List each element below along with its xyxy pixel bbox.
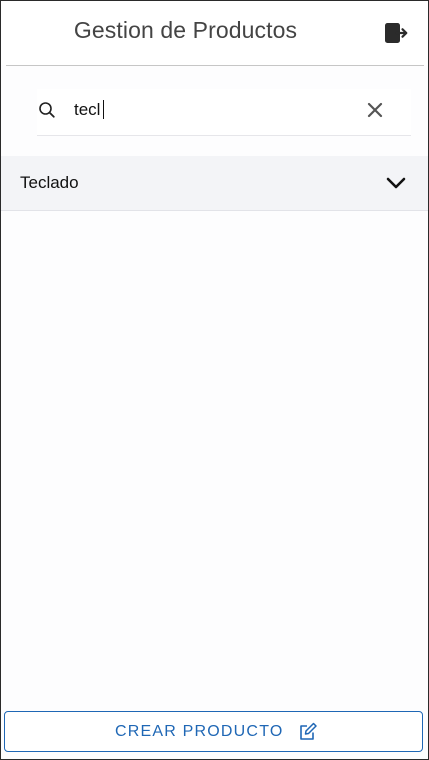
text-caret [103,100,104,119]
create-product-label: CREAR PRODUCTO [115,723,284,740]
app-header: Gestion de Productos [1,1,428,65]
close-icon [367,102,383,118]
header-divider [6,65,424,66]
chevron-down-icon[interactable] [385,173,407,193]
list-item[interactable]: Teclado [1,156,428,211]
search-bar [37,89,411,136]
edit-icon [300,722,317,740]
list-item-label: Teclado [20,173,79,192]
search-input[interactable] [74,98,354,122]
create-product-button[interactable]: CREAR PRODUCTO [4,711,423,752]
search-icon [39,102,55,118]
app-frame: Gestion de Productos Teclado CREA [0,0,429,760]
page-title: Gestion de Productos [73,17,298,43]
logout-icon [385,23,408,43]
logout-button[interactable] [383,21,409,45]
clear-search-button[interactable] [365,100,385,120]
